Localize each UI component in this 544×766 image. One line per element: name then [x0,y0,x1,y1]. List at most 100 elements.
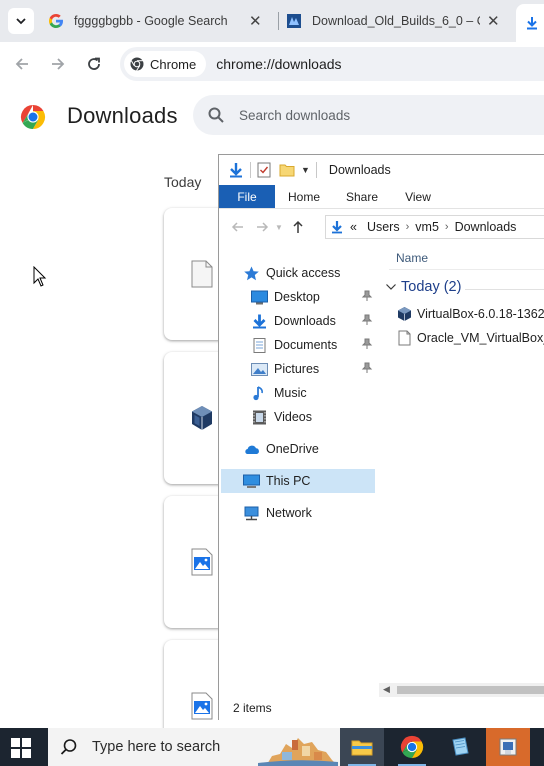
section-label: Today [164,174,202,190]
search-icon [60,739,77,755]
nav-label: Downloads [274,314,336,328]
chrome-logo-icon [20,105,46,129]
chevron-down-icon [386,284,396,290]
chevron-right-icon[interactable]: › [406,221,410,233]
tab-home[interactable]: Home [275,185,333,208]
blank-file-icon [398,330,411,346]
file-explorer-window: ▼ Downloads File Home Share View ▼ « Use… [218,154,544,720]
tab-view[interactable]: View [391,185,445,208]
documents-icon [253,337,266,353]
breadcrumb-downloads[interactable]: Downloads [455,220,517,234]
nav-label: Documents [274,338,338,352]
arrow-right-icon [257,222,269,232]
file-row[interactable]: VirtualBox-6.0.18-136238 [397,303,544,325]
taskbar-virtualbox[interactable] [486,728,530,766]
status-bar-text: 2 items [233,701,272,715]
document-file-icon [191,260,213,288]
download-arrow-icon [253,314,266,328]
search-highlight-illustration [258,730,338,766]
tab-download-old-builds[interactable]: Download_Old_Builds_6_0 – Or ✕ [282,0,514,42]
computer-icon [243,474,260,488]
image-file-icon [191,548,213,576]
nav-item-music[interactable]: Music [251,381,379,405]
file-row[interactable]: Oracle_VM_VirtualBox_E [397,327,544,349]
group-header[interactable]: Today (2) [385,279,461,295]
tab-downloads[interactable] [516,4,544,42]
taskbar-file-explorer[interactable] [340,728,384,766]
search-input[interactable] [239,107,479,123]
taskbar-notepad[interactable] [438,728,482,766]
divider [250,162,251,178]
download-icon [527,17,537,30]
nav-item-onedrive[interactable]: OneDrive [243,437,379,461]
nav-label: Videos [274,410,312,424]
chevron-down-icon [16,18,26,25]
google-g-icon [49,14,63,28]
browser-toolbar: Chrome chrome://downloads [0,42,544,86]
back-button[interactable] [227,216,249,238]
reload-button[interactable] [82,52,106,76]
mouse-cursor-icon [33,266,47,287]
nav-item-pictures[interactable]: Pictures [251,357,379,381]
virtualbox-icon [398,307,411,321]
file-name: VirtualBox-6.0.18-136238 [417,307,544,321]
navigation-pane: Quick access Desktop Downloads Documents… [219,245,379,693]
breadcrumb-overflow[interactable]: « [350,220,357,234]
search-box[interactable] [193,95,544,135]
horizontal-scrollbar[interactable]: ◀ [379,683,544,697]
nav-item-this-pc[interactable]: This PC [221,469,375,493]
chevron-down-icon[interactable]: ▼ [301,165,310,175]
taskbar-chrome[interactable] [390,728,434,766]
file-name: Oracle_VM_VirtualBox_E [417,331,544,345]
arrow-right-icon [52,58,65,70]
search-icon [208,107,224,123]
recent-locations-icon[interactable]: ▼ [275,223,283,232]
download-arrow-icon [332,221,342,234]
tab-search-button[interactable] [8,8,34,34]
chevron-right-icon[interactable]: › [445,221,449,233]
forward-button[interactable] [251,216,273,238]
nav-item-network[interactable]: Network [243,501,379,525]
tab-google-search[interactable]: fggggbgbb - Google Search ✕ [44,0,276,42]
nav-label: Pictures [274,362,320,376]
nav-label: OneDrive [266,442,319,456]
address-bar[interactable]: Chrome chrome://downloads [120,47,544,81]
column-header-name[interactable]: Name [396,251,428,265]
image-file-icon [191,692,213,720]
windows-start-icon[interactable] [10,737,32,759]
new-folder-icon[interactable] [279,163,295,177]
virtualbox-icon [499,738,517,756]
file-explorer-icon [351,740,373,756]
nav-item-desktop[interactable]: Desktop [251,285,379,309]
forward-button[interactable] [46,52,70,76]
ribbon-tabs: File Home Share View [219,185,544,209]
close-icon[interactable]: ✕ [249,12,262,30]
site-info-chip[interactable]: Chrome [124,51,207,77]
close-icon[interactable]: ✕ [487,12,500,30]
explorer-address-row: ▼ « Users › vm5 › Downloads [219,209,544,245]
nav-label: Quick access [266,266,341,280]
desktop-icon [251,290,268,304]
nav-item-documents[interactable]: Documents [251,333,379,357]
tab-file[interactable]: File [219,185,275,208]
nav-item-videos[interactable]: Videos [251,405,379,429]
nav-label: This PC [266,474,311,488]
taskbar-search-placeholder: Type here to search [92,739,221,755]
file-list-pane: Name Today (2) VirtualBox-6.0.18-136238 … [379,245,544,693]
divider [465,289,544,290]
up-button[interactable] [287,216,309,238]
back-button[interactable] [10,52,34,76]
scroll-left-icon[interactable]: ◀ [383,684,390,695]
url-text: chrome://downloads [216,56,342,72]
nav-item-quick-access[interactable]: Quick access [243,261,379,285]
breadcrumb-users[interactable]: Users [367,220,400,234]
scrollbar-thumb[interactable] [397,686,544,694]
tab-share[interactable]: Share [333,185,391,208]
nav-item-downloads[interactable]: Downloads [251,309,379,333]
explorer-address-bar[interactable]: « Users › vm5 › Downloads [325,215,544,239]
star-icon [244,266,259,280]
breadcrumb-vm5[interactable]: vm5 [415,220,439,234]
properties-icon[interactable] [257,162,271,178]
videos-icon [253,410,266,424]
pin-icon [361,314,373,325]
